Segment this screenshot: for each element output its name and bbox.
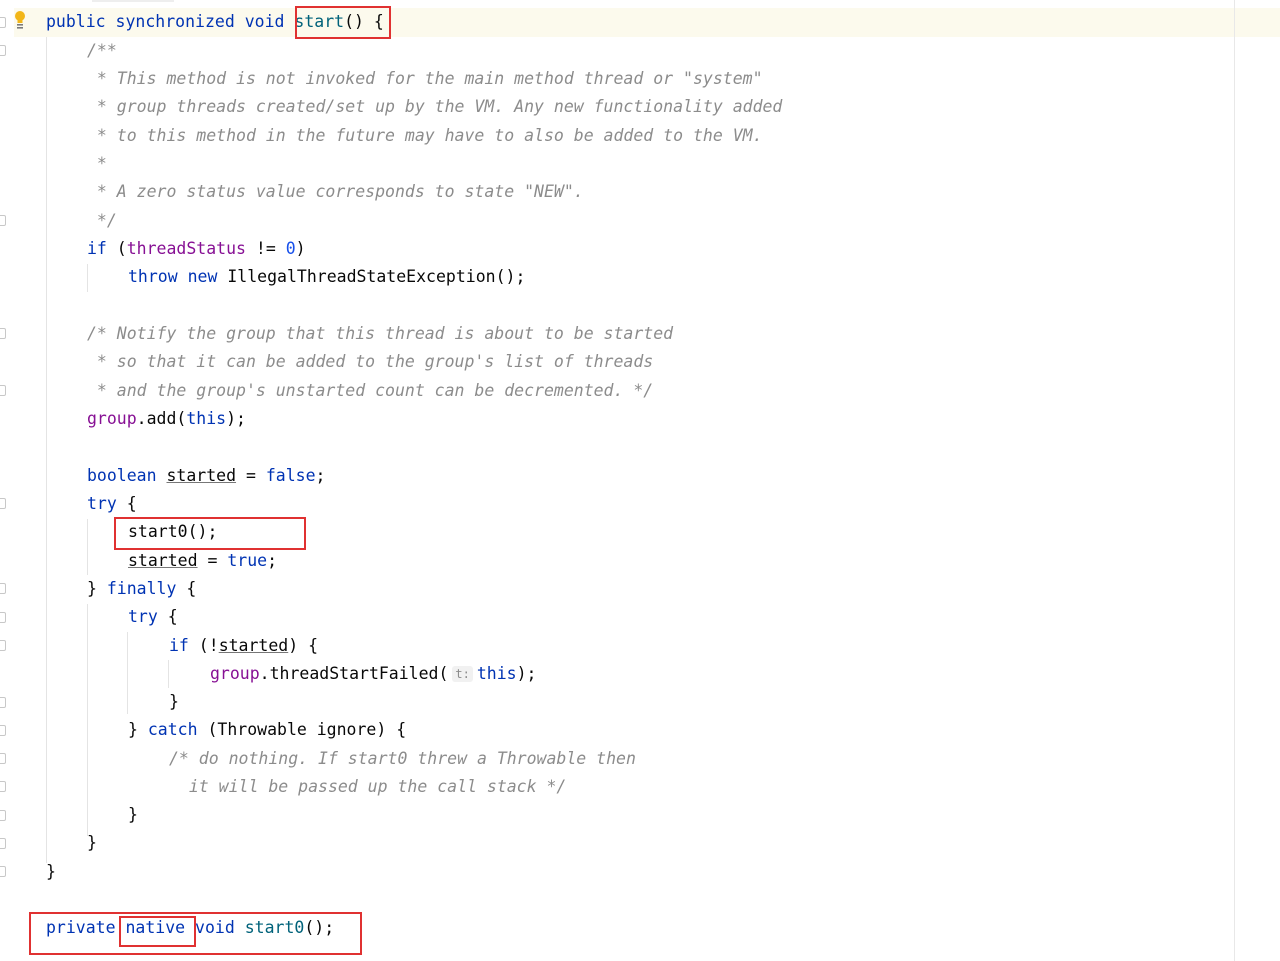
keyword: synchronized <box>115 12 235 31</box>
code-line[interactable]: * to this method in the future may have … <box>87 122 763 150</box>
code-token: ); <box>226 409 246 428</box>
fold-marker[interactable] <box>0 498 6 509</box>
code-token: .threadStartFailed( <box>259 664 449 683</box>
code-line[interactable]: } <box>169 688 179 716</box>
code-line[interactable]: * group threads created/set up by the VM… <box>87 93 782 121</box>
field-name: group <box>210 664 260 683</box>
code-token: ) { <box>288 636 319 655</box>
keyword: void <box>244 12 285 31</box>
fold-marker[interactable] <box>0 215 6 226</box>
code-line[interactable]: if (threadStatus != 0) <box>87 235 306 263</box>
indent-guide <box>127 632 128 714</box>
code-line[interactable]: /** <box>87 37 117 65</box>
code-line[interactable]: started = true; <box>128 547 277 575</box>
code-token: = <box>236 466 266 485</box>
code-line[interactable]: */ <box>87 207 117 235</box>
keyword: if <box>169 636 189 655</box>
code-line[interactable]: /* do nothing. If start0 threw a Throwab… <box>169 745 636 773</box>
code-token: IllegalThreadStateException(); <box>227 267 526 286</box>
keyword: new <box>187 267 218 286</box>
keyword: true <box>227 551 268 570</box>
code-token: } <box>87 579 107 598</box>
code-line[interactable]: throw new IllegalThreadStateException(); <box>128 263 525 291</box>
highlight-box-start0-call <box>114 517 306 550</box>
fold-marker[interactable] <box>0 697 6 708</box>
indent-guide <box>168 660 169 688</box>
field-name: group <box>87 409 137 428</box>
code-token: (Throwable ignore) { <box>197 720 407 739</box>
fold-marker[interactable] <box>0 781 6 792</box>
code-line[interactable]: boolean started = false; <box>87 462 325 490</box>
code-line[interactable]: * so that it can be added to the group's… <box>87 348 653 376</box>
variable-name: started <box>218 636 289 655</box>
number-literal: 0 <box>285 239 296 258</box>
highlight-box-start-method <box>295 6 391 39</box>
code-line[interactable]: } finally { <box>87 575 196 603</box>
code-line[interactable]: } <box>128 801 138 829</box>
code-token: { <box>116 494 137 513</box>
fold-marker[interactable] <box>0 725 6 736</box>
fold-marker[interactable] <box>0 810 6 821</box>
code-line[interactable]: group.add(this); <box>87 405 246 433</box>
code-token: ; <box>267 551 278 570</box>
highlight-box-native-keyword <box>119 916 196 947</box>
keyword: catch <box>147 720 198 739</box>
code-token: .add( <box>136 409 187 428</box>
keyword: try <box>87 494 117 513</box>
fold-marker[interactable] <box>0 328 6 339</box>
keyword: this <box>186 409 227 428</box>
code-token: { <box>176 579 197 598</box>
indent-guide <box>46 37 47 863</box>
fold-marker[interactable] <box>0 612 6 623</box>
keyword: false <box>265 466 316 485</box>
code-line[interactable]: try { <box>87 490 137 518</box>
fold-marker[interactable] <box>0 753 6 764</box>
code-token: } <box>128 720 148 739</box>
fold-marker[interactable] <box>0 640 6 651</box>
code-line[interactable]: } catch (Throwable ignore) { <box>128 716 406 744</box>
field-name: threadStatus <box>126 239 246 258</box>
code-token: = <box>197 551 228 570</box>
fold-marker[interactable] <box>0 583 6 594</box>
code-token: (! <box>188 636 219 655</box>
keyword: this <box>476 664 517 683</box>
code-line[interactable]: /* Notify the group that this thread is … <box>87 320 673 348</box>
code-line[interactable]: it will be passed up the call stack */ <box>169 773 567 801</box>
parameter-hint: t: <box>452 666 473 682</box>
code-line[interactable]: * A zero status value corresponds to sta… <box>87 178 584 206</box>
variable-name: started <box>166 466 237 485</box>
code-line[interactable]: * <box>87 150 107 178</box>
code-token: != <box>245 239 286 258</box>
code-line[interactable]: * This method is not invoked for the mai… <box>87 65 763 93</box>
indent-guide <box>87 604 88 836</box>
keyword: throw <box>128 267 178 286</box>
code-line[interactable]: * and the group's unstarted count can be… <box>87 377 653 405</box>
code-line[interactable]: if (!started) { <box>169 632 318 660</box>
code-token: ); <box>516 664 537 683</box>
fold-marker[interactable] <box>0 17 6 28</box>
code-token: ) <box>295 239 306 258</box>
keyword: try <box>128 607 158 626</box>
variable-name: started <box>128 551 198 570</box>
keyword: boolean <box>87 466 157 485</box>
keyword: public <box>46 12 106 31</box>
fold-marker[interactable] <box>0 385 6 396</box>
indent-guide <box>87 519 88 575</box>
lightbulb-icon[interactable] <box>14 10 26 32</box>
fold-marker[interactable] <box>0 866 6 877</box>
code-token: ( <box>106 239 127 258</box>
fold-marker[interactable] <box>0 838 6 849</box>
right-margin-guide <box>1234 0 1235 961</box>
fold-marker[interactable] <box>0 45 6 56</box>
keyword: if <box>87 239 107 258</box>
indent-guide <box>87 264 88 292</box>
code-line[interactable]: group.threadStartFailed(t: this); <box>210 660 537 688</box>
code-line[interactable]: } <box>46 858 56 886</box>
keyword: finally <box>106 579 177 598</box>
code-token: ; <box>315 466 326 485</box>
code-token: { <box>157 607 178 626</box>
code-line[interactable]: try { <box>128 603 178 631</box>
scroll-remnant <box>92 0 174 2</box>
code-line[interactable]: } <box>87 829 97 857</box>
